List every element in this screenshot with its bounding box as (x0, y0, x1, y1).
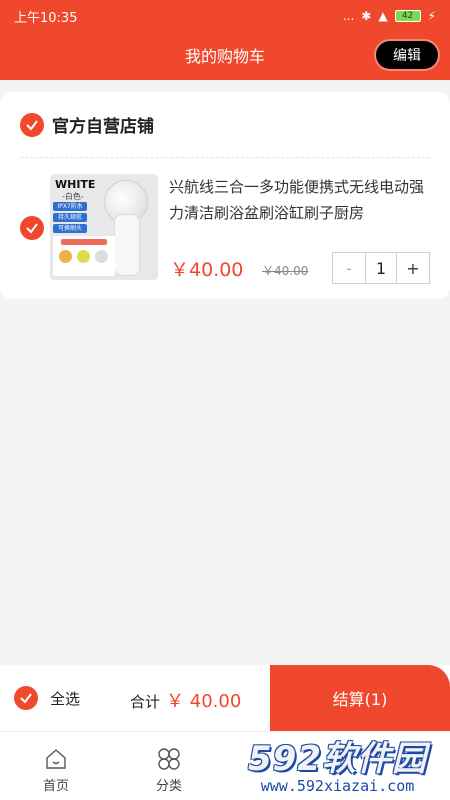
header: 上午10:35 ... ✱ ▲ 42 ⚡ 我的购物车 编辑 (0, 0, 450, 80)
increase-button[interactable]: + (397, 253, 429, 283)
status-icons: ... ✱ ▲ 42 ⚡ (343, 9, 436, 23)
watermark-logo: 592软件园 (248, 739, 427, 779)
product-image-tag: 持久续航 (53, 213, 87, 222)
select-all[interactable]: 全选 (14, 686, 80, 710)
shop-checkbox[interactable] (20, 112, 44, 137)
product-image-tag: 可换刷头 (53, 224, 87, 233)
status-time: 上午10:35 (14, 10, 78, 26)
page-title: 我的购物车 (184, 47, 265, 66)
tab-home-label: 首页 (42, 779, 69, 794)
quantity-value[interactable]: 1 (365, 253, 397, 283)
shop-header: 官方自营店铺 (20, 112, 154, 137)
charging-icon: ⚡ (427, 9, 436, 23)
checkout-button[interactable]: 结算(1) (270, 665, 450, 731)
checkout-bar: 全选 合计 ￥ 40.00 结算(1) (0, 665, 450, 731)
product-image-label: WHITE (55, 178, 96, 191)
total-value: ￥ 40.00 (166, 691, 242, 712)
quantity-stepper: - 1 + (332, 252, 430, 284)
product-image-color: -白色- (62, 192, 84, 201)
shop-card: 官方自营店铺 WHITE -白色- IPX7防水 持久续航 可换刷头 兴航线三合… (0, 92, 450, 299)
divider (20, 157, 430, 158)
select-all-label: 全选 (50, 689, 81, 708)
tab-category[interactable]: 分类 (139, 746, 199, 794)
watermark: 592软件园 www.592xiazai.com (225, 736, 450, 800)
bluetooth-icon: ✱ (361, 9, 372, 23)
category-icon (158, 748, 180, 770)
accessory-panel-graphic (53, 236, 115, 276)
total-label: 合计 (130, 693, 161, 711)
checkmark-icon (26, 119, 38, 131)
tab-category-label: 分类 (155, 779, 182, 794)
home-icon (46, 749, 66, 769)
edit-button[interactable]: 编辑 (376, 41, 438, 69)
product-image[interactable]: WHITE -白色- IPX7防水 持久续航 可换刷头 (50, 174, 158, 280)
select-all-checkbox[interactable] (14, 686, 38, 710)
total: 合计 ￥ 40.00 (130, 687, 241, 713)
product-original-price: ￥40.00 (262, 264, 309, 278)
checkmark-icon (20, 693, 32, 704)
product-image-tag: IPX7防水 (53, 202, 87, 211)
decrease-button[interactable]: - (333, 253, 365, 283)
tab-home[interactable]: 首页 (26, 746, 86, 794)
product-title[interactable]: 兴航线三合一多功能便携式无线电动强力清洁刷浴盆刷浴缸刷子厨房 (169, 174, 431, 226)
battery-icon: 42 (394, 10, 421, 22)
product-price: ￥40.00 (170, 259, 244, 281)
checkmark-icon (26, 223, 38, 234)
brush-handle-graphic (114, 214, 140, 276)
shop-name: 官方自营店铺 (52, 117, 154, 137)
watermark-url: www.592xiazai.com (260, 777, 415, 795)
signal-dots-icon: ... (342, 9, 355, 23)
item-checkbox[interactable] (20, 216, 44, 240)
wifi-icon: ▲ (378, 9, 388, 23)
status-bar: 上午10:35 ... ✱ ▲ 42 ⚡ (0, 0, 450, 32)
nav-bar: 我的购物车 编辑 (0, 32, 450, 78)
